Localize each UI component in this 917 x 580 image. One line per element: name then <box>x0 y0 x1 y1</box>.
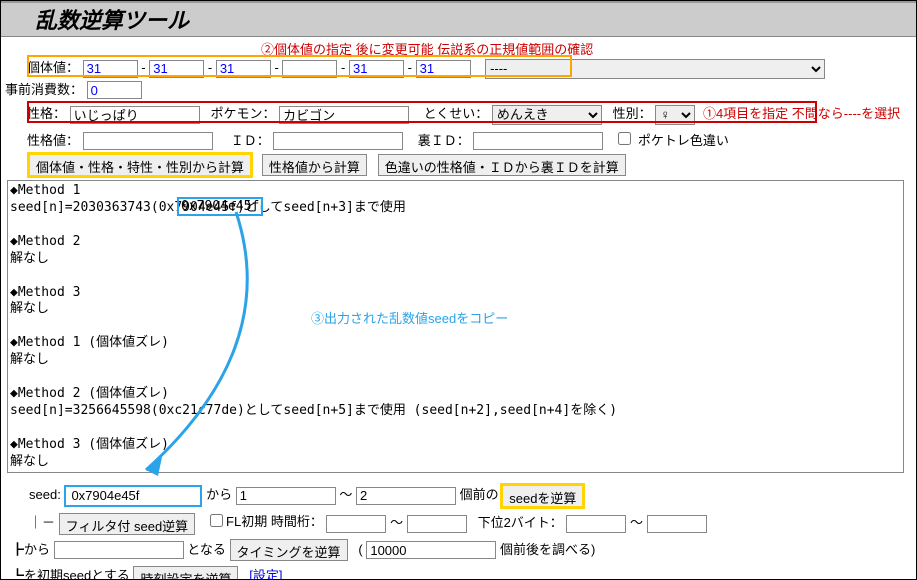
timing-paren-l: ( <box>358 542 362 557</box>
timing-suffix: 個前後を調べる) <box>500 542 595 557</box>
pokemon-label: ポケモン： <box>210 103 275 122</box>
seed-field[interactable] <box>68 487 198 505</box>
hint-1: ①4項目を指定 不問なら----を選択 <box>703 106 900 121</box>
gender-select[interactable]: ♀ <box>655 105 695 125</box>
lower-bytes-label: 下位2バイト： <box>478 512 563 531</box>
sid-field[interactable] <box>473 132 603 150</box>
lower-byte-min-field[interactable] <box>566 515 626 533</box>
sid-label: 裏ＩＤ： <box>418 130 470 149</box>
iv-sep: - <box>208 60 212 75</box>
settings-link[interactable]: [設定] <box>249 568 282 580</box>
lower-byte-max-field[interactable] <box>647 515 707 533</box>
filter-bar: ｜－ <box>29 512 55 531</box>
iv-field-5[interactable] <box>416 60 471 78</box>
hint-3: ③出力された乱数値seedをコピー <box>311 308 508 327</box>
fl-init-label: FL初期 時間桁： <box>226 511 323 530</box>
init-prefix: ┗を初期seedとする <box>11 565 130 580</box>
stat-label: 性格値： <box>27 130 79 149</box>
iv-field-4[interactable] <box>349 60 404 78</box>
iv-field-1[interactable] <box>149 60 204 78</box>
id-field[interactable] <box>273 132 403 150</box>
iv-field-0[interactable] <box>83 60 138 78</box>
seed-label: seed: <box>29 487 61 502</box>
preconsume-label: 事前消費数： <box>5 79 83 98</box>
timing-range-field[interactable] <box>366 541 496 559</box>
seed-max-field[interactable] <box>356 487 456 505</box>
seed-field-highlight <box>64 485 202 507</box>
iv-sep: - <box>141 60 145 75</box>
fl-init-checkbox[interactable] <box>210 514 223 527</box>
time-setting-reverse-button[interactable]: 時刻設定を逆算 <box>133 566 238 580</box>
fl-time-max-field[interactable] <box>407 515 467 533</box>
timing-reverse-button[interactable]: タイミングを逆算 <box>230 539 348 561</box>
timing-tonaru: となる <box>187 542 226 557</box>
seed-from: から <box>206 487 232 502</box>
seed-reverse-button[interactable]: seedを逆算 <box>502 485 583 507</box>
pokemon-field[interactable] <box>279 106 409 124</box>
seed-highlight-box: 0x7904e45f <box>177 197 263 216</box>
app-header: 乱数逆算ツール <box>1 1 916 37</box>
fl-time-min-field[interactable] <box>326 515 386 533</box>
calc-from-iv-button[interactable]: 個体値・性格・特性・性別から計算 <box>29 154 251 176</box>
timing-prefix: ┣から <box>11 539 50 558</box>
ability-select[interactable]: めんえき <box>492 105 602 125</box>
lb-tilde: ～ <box>630 515 643 530</box>
iv-sep: - <box>274 60 278 75</box>
timing-value-field[interactable] <box>54 541 184 559</box>
iv-dash-select[interactable]: ---- <box>485 59 825 79</box>
poketore-shiny-label: ポケトレ色違い <box>638 130 729 149</box>
iv-sep: - <box>341 60 345 75</box>
id-label: ＩＤ： <box>231 130 270 149</box>
ability-label: とくせい： <box>424 103 489 122</box>
calc-from-stat-button[interactable]: 性格値から計算 <box>262 154 367 176</box>
iv-label: 個体値： <box>27 57 79 76</box>
nature-label: 性格： <box>27 103 66 122</box>
page-title: 乱数逆算ツール <box>35 3 189 35</box>
iv-sep: - <box>408 60 412 75</box>
seed-min-field[interactable] <box>236 487 336 505</box>
seed-komae: 個前の <box>460 487 499 502</box>
fl-tilde: ～ <box>390 515 403 530</box>
filter-seed-button[interactable]: フィルタ付 seed逆算 <box>59 513 196 535</box>
poketore-shiny-checkbox[interactable] <box>618 132 631 145</box>
seed-tilde: ～ <box>339 487 352 502</box>
gender-label: 性別： <box>613 103 652 122</box>
calc-sid-button[interactable]: 色違いの性格値・ＩＤから裏ＩＤを計算 <box>378 154 626 176</box>
preconsume-field[interactable] <box>87 81 142 99</box>
stat-field[interactable] <box>83 132 213 150</box>
iv-field-2[interactable] <box>216 60 271 78</box>
iv-field-3[interactable] <box>282 60 337 78</box>
nature-field[interactable] <box>70 106 200 124</box>
